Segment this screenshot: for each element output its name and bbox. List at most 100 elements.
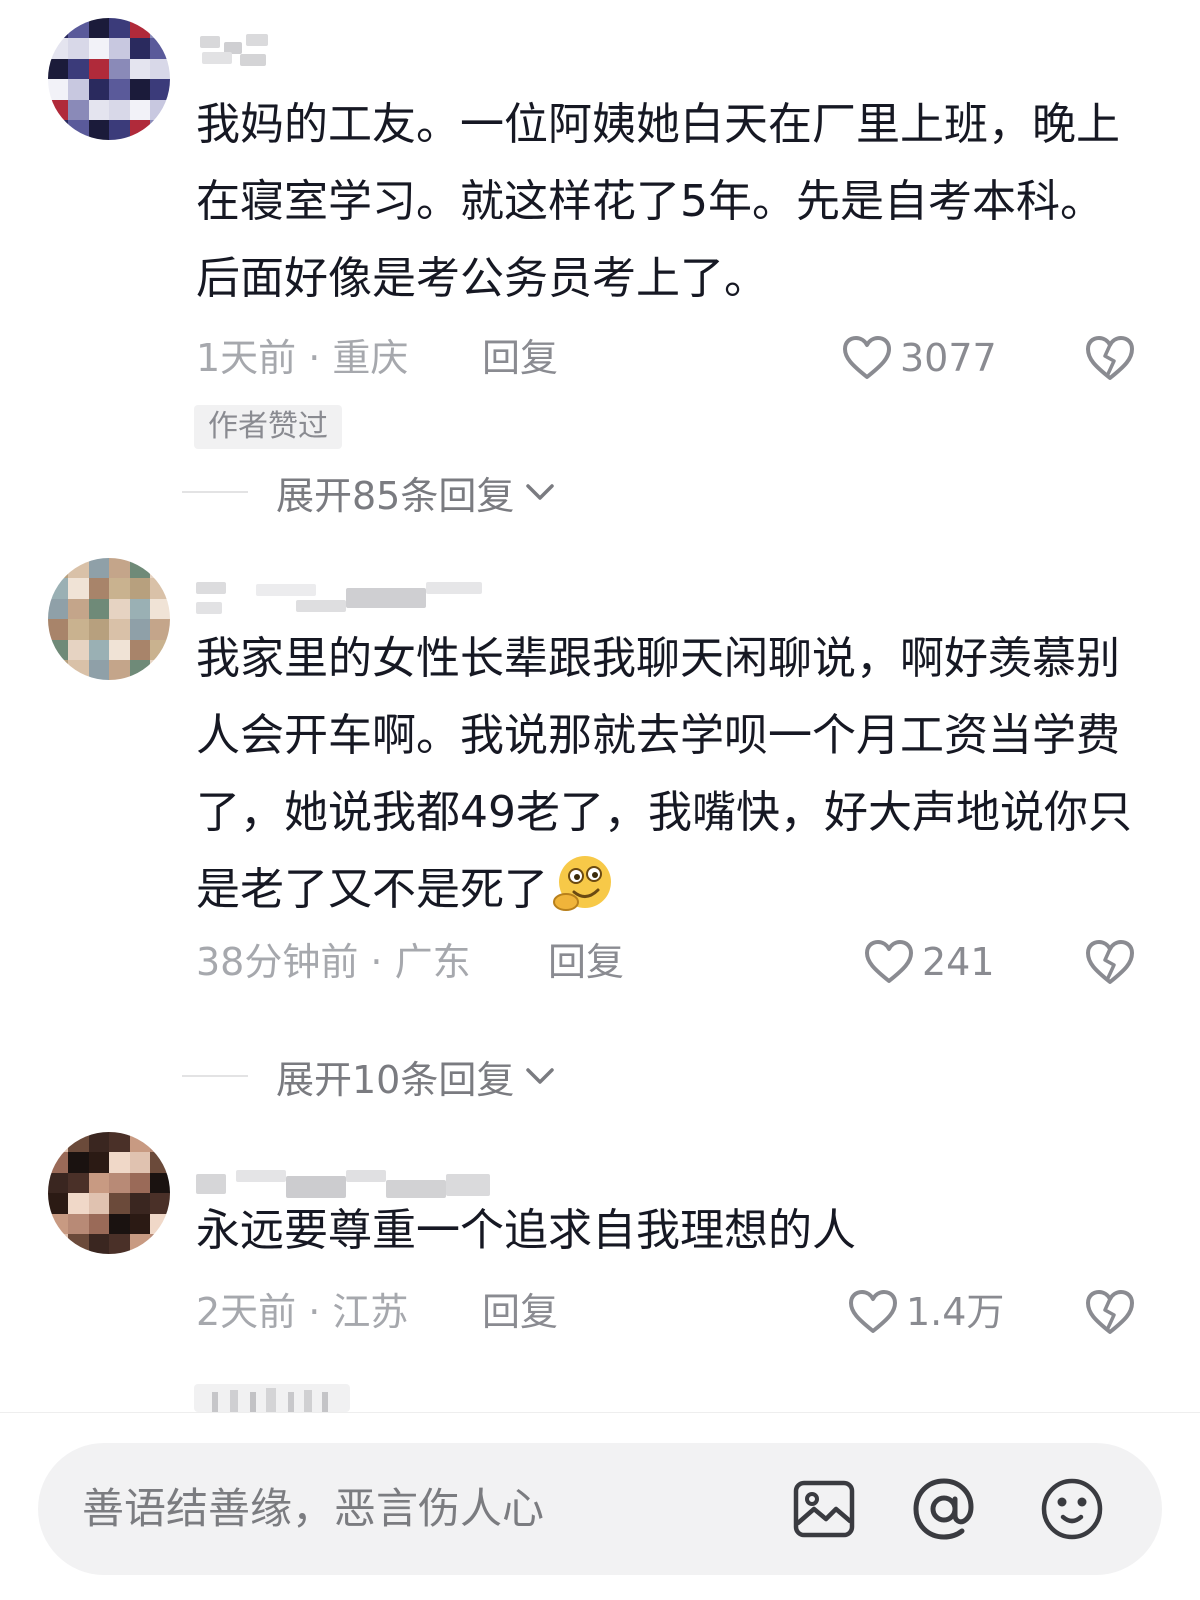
avatar-pixel <box>129 619 150 640</box>
avatar-pixel <box>109 1152 130 1173</box>
expand-replies-button[interactable]: 展开10条回复 <box>182 1048 558 1104</box>
expand-replies-label: 展开10条回复 <box>276 1057 515 1102</box>
comment-page: 我妈的工友。一位阿姨她白天在厂里上班，晚上在寝室学习。就这样花了5年。先是自考本… <box>0 0 1200 1600</box>
comment-input[interactable]: 善语结善缘，恶言伤人心 <box>38 1443 1162 1575</box>
avatar-pixel <box>68 578 89 599</box>
time-location: 38分钟前 · 广东 <box>196 940 471 984</box>
avatar-pixel <box>48 18 69 39</box>
avatar-pixel <box>109 619 130 640</box>
avatar-pixel <box>48 1172 69 1194</box>
avatar-pixel <box>48 639 69 660</box>
avatar-pixel <box>150 38 170 59</box>
avatar-pixel <box>68 598 89 620</box>
avatar-pixel <box>109 1132 130 1153</box>
heart-outline-icon <box>865 940 913 983</box>
avatar-pixel <box>88 79 110 100</box>
expand-replies-button[interactable]: 展开85条回复 <box>182 464 558 520</box>
broken-heart-icon[interactable] <box>1084 938 1136 986</box>
avatar-pixel <box>109 578 130 599</box>
comment-meta: 2天前 · 江苏 回复 1.4万 <box>196 1284 1136 1340</box>
avatar[interactable] <box>48 1132 170 1254</box>
image-icon[interactable] <box>790 1475 858 1543</box>
avatar[interactable] <box>48 558 170 680</box>
avatar-pixel <box>129 1193 150 1214</box>
avatar-pixel <box>68 99 89 120</box>
avatar-pixel <box>48 1132 69 1153</box>
avatar-pixel <box>129 639 150 660</box>
like-button[interactable]: 1.4万 <box>848 1284 1004 1340</box>
comment-text: 我妈的工友。一位阿姨她白天在厂里上班，晚上在寝室学习。就这样花了5年。先是自考本… <box>196 99 1120 304</box>
comment-meta: 38分钟前 · 广东 回复 241 <box>196 934 1136 990</box>
avatar-pixel <box>109 120 130 140</box>
avatar-pixel <box>68 619 89 640</box>
chevron-down-icon <box>526 1068 555 1084</box>
avatar-pixel <box>88 18 110 39</box>
avatar-pixel <box>68 79 89 100</box>
avatar-pixel <box>109 1172 130 1194</box>
username-blurred[interactable] <box>196 578 496 614</box>
broken-heart-icon[interactable] <box>1084 1288 1136 1336</box>
at-icon[interactable] <box>910 1475 978 1543</box>
reply-button[interactable]: 回复 <box>548 934 624 990</box>
avatar-pixel <box>68 558 89 579</box>
avatar-pixel <box>68 38 89 59</box>
like-button[interactable]: 241 <box>864 934 995 990</box>
avatar-pixel <box>150 99 170 120</box>
avatar-pixel <box>150 598 170 620</box>
avatar-pixel <box>150 58 170 80</box>
heart-outline-icon <box>843 336 891 379</box>
avatar-pixel <box>129 1132 150 1153</box>
avatar-pixel <box>88 99 110 120</box>
avatar-pixel <box>129 120 150 140</box>
avatar-pixel <box>109 79 130 100</box>
avatar-pixel <box>129 58 150 80</box>
time-location: 1天前 · 重庆 <box>196 336 409 380</box>
avatar-pixel <box>129 38 150 59</box>
like-count: 3077 <box>900 336 997 380</box>
avatar-pixel <box>48 38 69 59</box>
like-button[interactable]: 3077 <box>842 330 997 386</box>
avatar-pixel <box>109 598 130 620</box>
avatar-pixel <box>88 639 110 660</box>
avatar-pixel <box>150 1213 170 1234</box>
avatar-pixel <box>48 1193 69 1214</box>
avatar-pixel <box>48 1152 69 1173</box>
avatar-pixel <box>88 1132 110 1153</box>
avatar-pixel <box>48 619 69 640</box>
avatar-pixel <box>150 1193 170 1214</box>
avatar-pixel <box>88 1172 110 1194</box>
avatar-pixel <box>88 598 110 620</box>
broken-heart-icon[interactable] <box>1084 334 1136 382</box>
avatar-pixel <box>150 120 170 140</box>
chevron-down-icon <box>526 484 555 500</box>
avatar-pixel <box>129 1152 150 1173</box>
avatar-pixel <box>150 660 170 680</box>
avatar-pixel <box>150 558 170 579</box>
avatar-pixel <box>48 120 69 140</box>
avatar-pixel <box>109 1193 130 1214</box>
comment-input-bar: 善语结善缘，恶言伤人心 <box>0 1412 1200 1600</box>
avatar-pixel <box>48 79 69 100</box>
avatar-pixel <box>88 578 110 599</box>
avatar-pixel <box>88 660 110 680</box>
avatar-pixel <box>109 99 130 120</box>
avatar[interactable] <box>48 18 170 140</box>
comment-text: 我家里的女性长辈跟我聊天闲聊说，啊好羡慕别人会开车啊。我说那就去学呗一个月工资当… <box>196 620 1136 928</box>
avatar-pixel <box>68 18 89 39</box>
avatar-pixel <box>109 18 130 39</box>
reply-button[interactable]: 回复 <box>482 330 558 386</box>
reply-button[interactable]: 回复 <box>482 1284 558 1340</box>
avatar-pixel <box>150 1172 170 1194</box>
username-blurred[interactable] <box>196 32 276 68</box>
avatar-pixel <box>150 79 170 100</box>
divider-line <box>182 491 248 493</box>
avatar-pixel <box>68 1132 89 1153</box>
avatar-pixel <box>88 38 110 59</box>
avatar-pixel <box>48 558 69 579</box>
smiley-icon[interactable] <box>1038 1475 1106 1543</box>
avatar-pixel <box>68 639 89 660</box>
avatar-pixel <box>109 58 130 80</box>
comment-meta: 1天前 · 重庆 回复 3077 <box>196 330 1136 386</box>
avatar-pixel <box>129 79 150 100</box>
avatar-pixel <box>48 660 69 680</box>
